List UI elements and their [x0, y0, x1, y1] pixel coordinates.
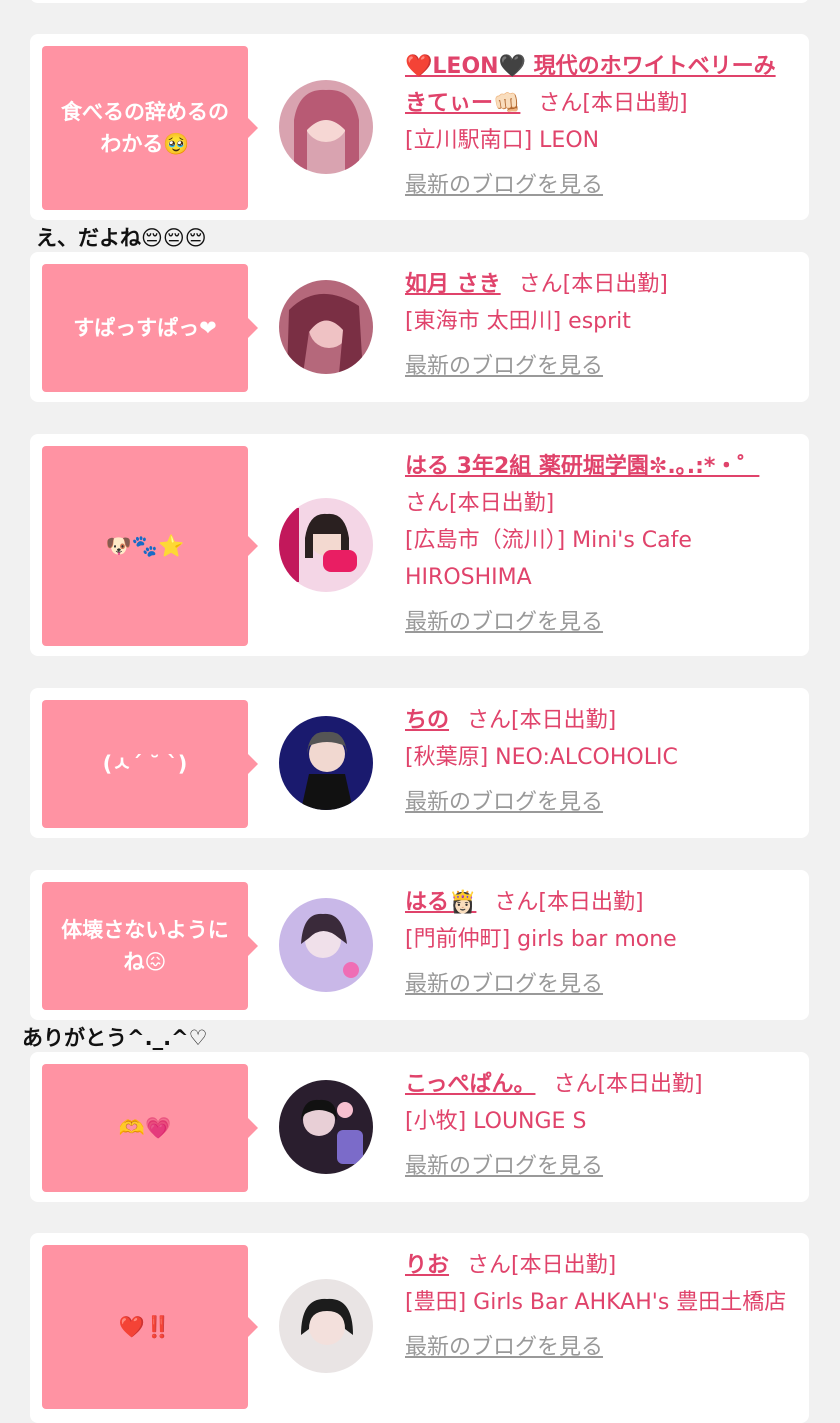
- avatar[interactable]: [279, 498, 373, 592]
- shop-label: [秋葉原] NEO:ALCOHOLIC: [405, 745, 678, 770]
- shop-label: [広島市（流川）] Mini's Cafe HIROSHIMA: [405, 528, 692, 590]
- attendance-label: さん[本日出勤]: [518, 272, 668, 297]
- latest-blog-link[interactable]: 最新のブログを見る: [405, 1329, 795, 1366]
- attendance-label: さん[本日出勤]: [467, 708, 617, 733]
- entry-info: りお さん[本日出勤] [豊田] Girls Bar AHKAH's 豊田土橋店 …: [405, 1247, 795, 1366]
- comment-bubble: すぱっすぱっ❤: [42, 264, 258, 392]
- attendance-label: さん[本日出勤]: [494, 890, 644, 915]
- user-comment: ありがとう^._.^♡: [22, 1026, 208, 1050]
- entry-info: ちの さん[本日出勤] [秋葉原] NEO:ALCOHOLIC 最新のブログを見る: [405, 702, 795, 821]
- comment-bubble: 体壊さないように ね😖: [42, 882, 258, 1010]
- comment-bubble: (ㅅ´ ˘ `): [42, 700, 258, 828]
- blog-card: ❤️‼️ りお さん[本日出勤] [豊田] Girls Bar AHKAH's 豊…: [30, 1233, 809, 1423]
- avatar[interactable]: [279, 898, 373, 992]
- attendance-label: さん[本日出勤]: [405, 491, 555, 516]
- attendance-label: さん[本日出勤]: [538, 91, 688, 116]
- latest-blog-link[interactable]: 最新のブログを見る: [405, 784, 795, 821]
- blog-card: 体壊さないように ね😖 はる👸🏻 さん[本日出勤] [門前仲町] girls bar…: [30, 870, 809, 1020]
- entry-info: ❤️LEON🖤 現代のホワイトベリーみきてぃー👊🏻 さん[本日出勤] [立川駅南口…: [405, 48, 795, 204]
- girl-name-link[interactable]: りお: [405, 1253, 449, 1278]
- blog-card: 食べるの辞めるの わかる🥹 ❤️LEON🖤 現代のホワイトベリーみきてぃー👊🏻 さん…: [30, 34, 809, 220]
- girl-name-link[interactable]: こっぺぱん。: [405, 1072, 535, 1097]
- attendance-label: さん[本日出勤]: [467, 1253, 617, 1278]
- blog-card: 🫶💗 こっぺぱん。 さん[本日出勤] [小牧] LOUNGE S 最新のブログを見…: [30, 1052, 809, 1202]
- comment-bubble: 🫶💗: [42, 1064, 258, 1192]
- previous-card-edge: [30, 0, 809, 3]
- avatar[interactable]: [279, 280, 373, 374]
- entry-info: こっぺぱん。 さん[本日出勤] [小牧] LOUNGE S 最新のブログを見る: [405, 1066, 795, 1185]
- blog-card: 🐶🐾⭐ はる 3年2組 薬研堀学園✼.｡.:*・゜ さん[本日出勤] [広島市（流…: [30, 434, 809, 656]
- comment-bubble: ❤️‼️: [42, 1245, 258, 1409]
- latest-blog-link[interactable]: 最新のブログを見る: [405, 1148, 795, 1185]
- entry-info: はる👸🏻 さん[本日出勤] [門前仲町] girls bar mone 最新のブロ…: [405, 884, 795, 1003]
- comment-bubble: 食べるの辞めるの わかる🥹: [42, 46, 258, 210]
- entry-info: 如月 さき さん[本日出勤] [東海市 太田川] esprit 最新のブログを見る: [405, 266, 795, 385]
- girl-name-link[interactable]: 如月 さき: [405, 272, 501, 297]
- blog-card: すぱっすぱっ❤ 如月 さき さん[本日出勤] [東海市 太田川] esprit 最…: [30, 252, 809, 402]
- girl-name-link[interactable]: ちの: [405, 708, 449, 733]
- girl-name-link[interactable]: はる 3年2組 薬研堀学園✼.｡.:*・゜: [405, 454, 759, 479]
- latest-blog-link[interactable]: 最新のブログを見る: [405, 348, 795, 385]
- latest-blog-link[interactable]: 最新のブログを見る: [405, 167, 795, 204]
- user-comment: え、だよね😔😔😔: [36, 226, 207, 250]
- girl-name-link[interactable]: はる👸🏻: [405, 890, 476, 915]
- shop-label: [小牧] LOUNGE S: [405, 1109, 587, 1134]
- blog-card: (ㅅ´ ˘ `) ちの さん[本日出勤] [秋葉原] NEO:ALCOHOLIC …: [30, 688, 809, 838]
- shop-label: [東海市 太田川] esprit: [405, 309, 631, 334]
- attendance-label: さん[本日出勤]: [553, 1072, 703, 1097]
- entry-info: はる 3年2組 薬研堀学園✼.｡.:*・゜ さん[本日出勤] [広島市（流川）] …: [405, 448, 795, 641]
- avatar[interactable]: [279, 80, 373, 174]
- avatar[interactable]: [279, 1080, 373, 1174]
- shop-label: [豊田] Girls Bar AHKAH's 豊田土橋店: [405, 1290, 787, 1315]
- shop-label: [立川駅南口] LEON: [405, 128, 600, 153]
- comment-bubble: 🐶🐾⭐: [42, 446, 258, 646]
- avatar[interactable]: [279, 716, 373, 810]
- latest-blog-link[interactable]: 最新のブログを見る: [405, 966, 795, 1003]
- avatar[interactable]: [279, 1279, 373, 1373]
- shop-label: [門前仲町] girls bar mone: [405, 927, 677, 952]
- latest-blog-link[interactable]: 最新のブログを見る: [405, 604, 795, 641]
